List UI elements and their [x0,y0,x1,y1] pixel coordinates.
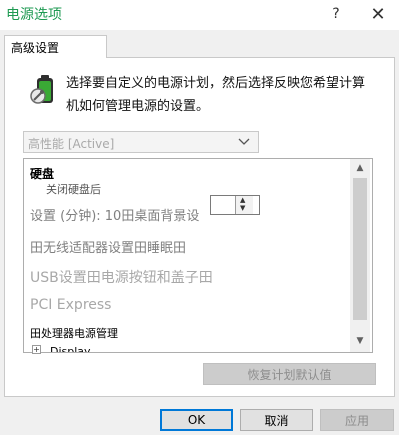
window-title: 电源选项 [6,7,62,23]
tab-advanced-settings[interactable]: 高级设置 [4,35,107,58]
cancel-button[interactable]: 取消 [240,409,313,431]
tree-node-pci-express[interactable]: PCI Express [30,297,111,313]
tab-label: 高级设置 [11,41,60,55]
tree-node-display[interactable]: Display [50,345,91,352]
tree-scrollbar-thumb[interactable] [353,178,367,320]
scroll-up-icon[interactable]: ▲ [353,161,367,175]
intro-text: 选择要自定义的电源计划，然后选择反映您希望计算机如何管理电源的设置。 [66,76,366,114]
chevron-down-icon [238,138,250,145]
scroll-down-icon[interactable]: ▼ [353,334,367,348]
tree-node-hard-disk[interactable]: 硬盘 [30,165,54,182]
expand-icon[interactable]: + [32,345,41,354]
spin-down-icon[interactable]: ▼ [240,205,245,212]
close-icon[interactable]: ✕ [364,3,392,25]
ok-button[interactable]: OK [160,409,233,431]
settings-tree[interactable]: 硬盘 关闭硬盘后 设置 (分钟): 10田桌面背景设 ▲ ▼ 田无线适配器设置田… [23,158,373,353]
tree-node-setting-minutes: 设置 (分钟): 10田桌面背景设 [30,209,200,224]
tree-node-turn-off-disk[interactable]: 关闭硬盘后 [46,181,101,197]
plan-dropdown-value: 高性能 [Active] [28,137,115,151]
plan-dropdown[interactable]: 高性能 [Active] [23,131,259,153]
tree-node-wireless[interactable]: 田无线适配器设置田睡眠田 [30,237,186,256]
spin-up-icon[interactable]: ▲ [240,197,245,204]
help-icon[interactable]: ? [322,3,350,25]
restore-defaults-button[interactable]: 恢复计划默认值 [203,363,376,385]
minutes-spinner-buttons[interactable]: ▲ ▼ [235,196,253,214]
tree-node-usb[interactable]: USB设置田电源按钮和盖子田 [30,267,213,287]
battery-settings-icon [30,75,53,104]
tree-node-processor[interactable]: 田处理器电源管理 [30,325,118,341]
apply-button[interactable]: 应用 [320,409,394,431]
